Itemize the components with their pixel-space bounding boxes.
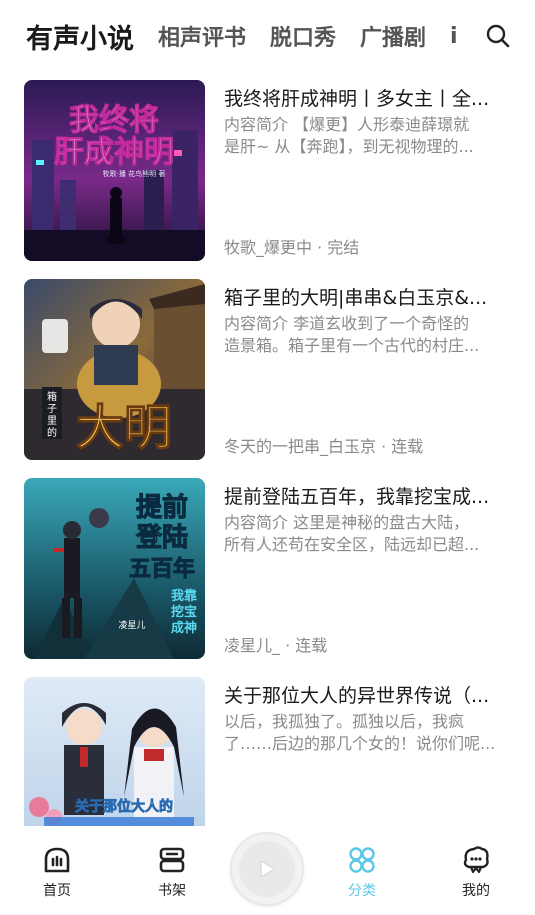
nav-profile-label: 我的 — [462, 883, 490, 899]
book-cover[interactable]: 我终将 肝成神明 牧歌·播 花鸟熊明 著 — [24, 80, 205, 261]
list-item[interactable]: 提前 登陆 五百年 我靠 挖宝 成神 凌星儿 提前登陆五百年，我靠挖宝成... … — [0, 478, 535, 677]
mini-player-button[interactable] — [230, 832, 304, 906]
book-list: 我终将 肝成神明 牧歌·播 花鸟熊明 著 我终将肝成神明丨多女主丨全... 内容… — [0, 80, 535, 876]
cover-subtitle: 我靠 — [171, 588, 197, 604]
play-disc-icon — [239, 841, 295, 897]
nav-home-label: 首页 — [43, 883, 71, 899]
desc-prefix: 内容简介 — [224, 115, 289, 134]
cover-side-char: 箱 — [47, 390, 57, 403]
home-icon — [44, 847, 70, 873]
cover-title-line: 我终将 — [69, 103, 159, 138]
cover-side-char: 里 — [47, 415, 57, 427]
list-item[interactable]: 箱 子 里 的 大明 箱子里的大明|串串&白玉京&... 内容简介 李道玄收到了… — [0, 279, 535, 478]
nav-profile[interactable]: 我的 — [441, 844, 511, 900]
cover-author: 牧歌·播 花鸟熊明 著 — [103, 169, 166, 178]
list-item[interactable]: 我终将 肝成神明 牧歌·播 花鸟熊明 著 我终将肝成神明丨多女主丨全... 内容… — [0, 80, 535, 279]
cover-title-line: 五百年 — [129, 556, 195, 582]
cover-side-char: 子 — [47, 403, 57, 415]
book-title[interactable]: 我终将肝成神明丨多女主丨全... — [224, 84, 514, 111]
desc-text: 李道玄收到了一个奇怪的 — [288, 314, 470, 333]
desc-text: 这里是神秘的盘古大陆， — [288, 513, 470, 532]
nav-category-label: 分类 — [348, 883, 376, 899]
book-meta: 凌星儿_ · 连载 — [224, 636, 328, 655]
cover-subtitle: 成神 — [171, 620, 197, 636]
desc-prefix: 内容简介 — [224, 513, 289, 532]
book-cover[interactable]: 箱 子 里 的 大明 — [24, 279, 205, 460]
cover-title-line: 肝成神明 — [54, 135, 174, 170]
bottom-nav: 首页 书架 分类 我的 — [0, 826, 535, 915]
nav-bookshelf-label: 书架 — [158, 883, 186, 899]
book-description: 内容简介 【爆更】人形泰迪薛璟就 是肝~ 从【奔跑】，到无视物理的... — [224, 114, 514, 158]
nav-bookshelf[interactable]: 书架 — [137, 844, 207, 900]
book-title[interactable]: 提前登陆五百年，我靠挖宝成... — [224, 482, 514, 509]
book-meta: 冬天的一把串_白玉京 · 连载 — [224, 437, 424, 456]
search-button[interactable] — [465, 0, 535, 72]
desc-text: 【爆更】人形泰迪薛璟就 — [288, 115, 470, 134]
cover-subtitle: 挖宝 — [171, 604, 197, 620]
desc-prefix: 内容简介 — [224, 314, 289, 333]
category-icon — [349, 847, 375, 873]
desc-text: 以后，我孤独了。孤独以后，我疯 — [224, 712, 465, 731]
tab-more-partial[interactable]: i — [450, 24, 458, 49]
search-icon — [486, 24, 510, 48]
tab-audio-novel[interactable]: 有声小说 — [26, 17, 134, 56]
desc-text: 是肝~ 从【奔跑】，到无视物理的... — [224, 137, 474, 156]
category-tab-bar: 有声小说 相声评书 脱口秀 广播剧 i — [0, 0, 535, 72]
book-title[interactable]: 关于那位大人的异世界传说（... — [224, 681, 514, 708]
desc-text: 造景箱。箱子里有一个古代的村庄... — [224, 336, 480, 355]
nav-category[interactable]: 分类 — [327, 844, 397, 900]
profile-icon — [463, 846, 489, 874]
cover-title: 关于那位大人的 — [75, 798, 173, 815]
cover-title-line: 提前 — [136, 492, 188, 523]
desc-text: 了……后边的那几个女的！说你们呢... — [224, 734, 496, 753]
cover-title-line: 登陆 — [135, 522, 188, 553]
nav-home[interactable]: 首页 — [22, 844, 92, 900]
tab-crosstalk[interactable]: 相声评书 — [158, 20, 246, 52]
desc-text: 所有人还苟在安全区，陆远却已超... — [224, 535, 480, 554]
book-description: 以后，我孤独了。孤独以后，我疯 了……后边的那几个女的！说你们呢... — [224, 711, 514, 755]
book-description: 内容简介 李道玄收到了一个奇怪的 造景箱。箱子里有一个古代的村庄... — [224, 313, 514, 357]
book-meta: 牧歌_爆更中 · 完结 — [224, 238, 360, 257]
cover-title: 大明 — [76, 400, 172, 456]
tab-radio-drama[interactable]: 广播剧 — [360, 20, 426, 52]
cover-side-char: 的 — [47, 426, 57, 439]
book-description: 内容简介 这里是神秘的盘古大陆， 所有人还苟在安全区，陆远却已超... — [224, 512, 514, 556]
cover-author: 凌星儿 — [118, 619, 145, 631]
book-title[interactable]: 箱子里的大明|串串&白玉京&... — [224, 283, 514, 310]
book-cover[interactable]: 提前 登陆 五百年 我靠 挖宝 成神 凌星儿 — [24, 478, 205, 659]
tab-talk-show[interactable]: 脱口秀 — [270, 20, 336, 52]
bookshelf-icon — [159, 847, 185, 873]
